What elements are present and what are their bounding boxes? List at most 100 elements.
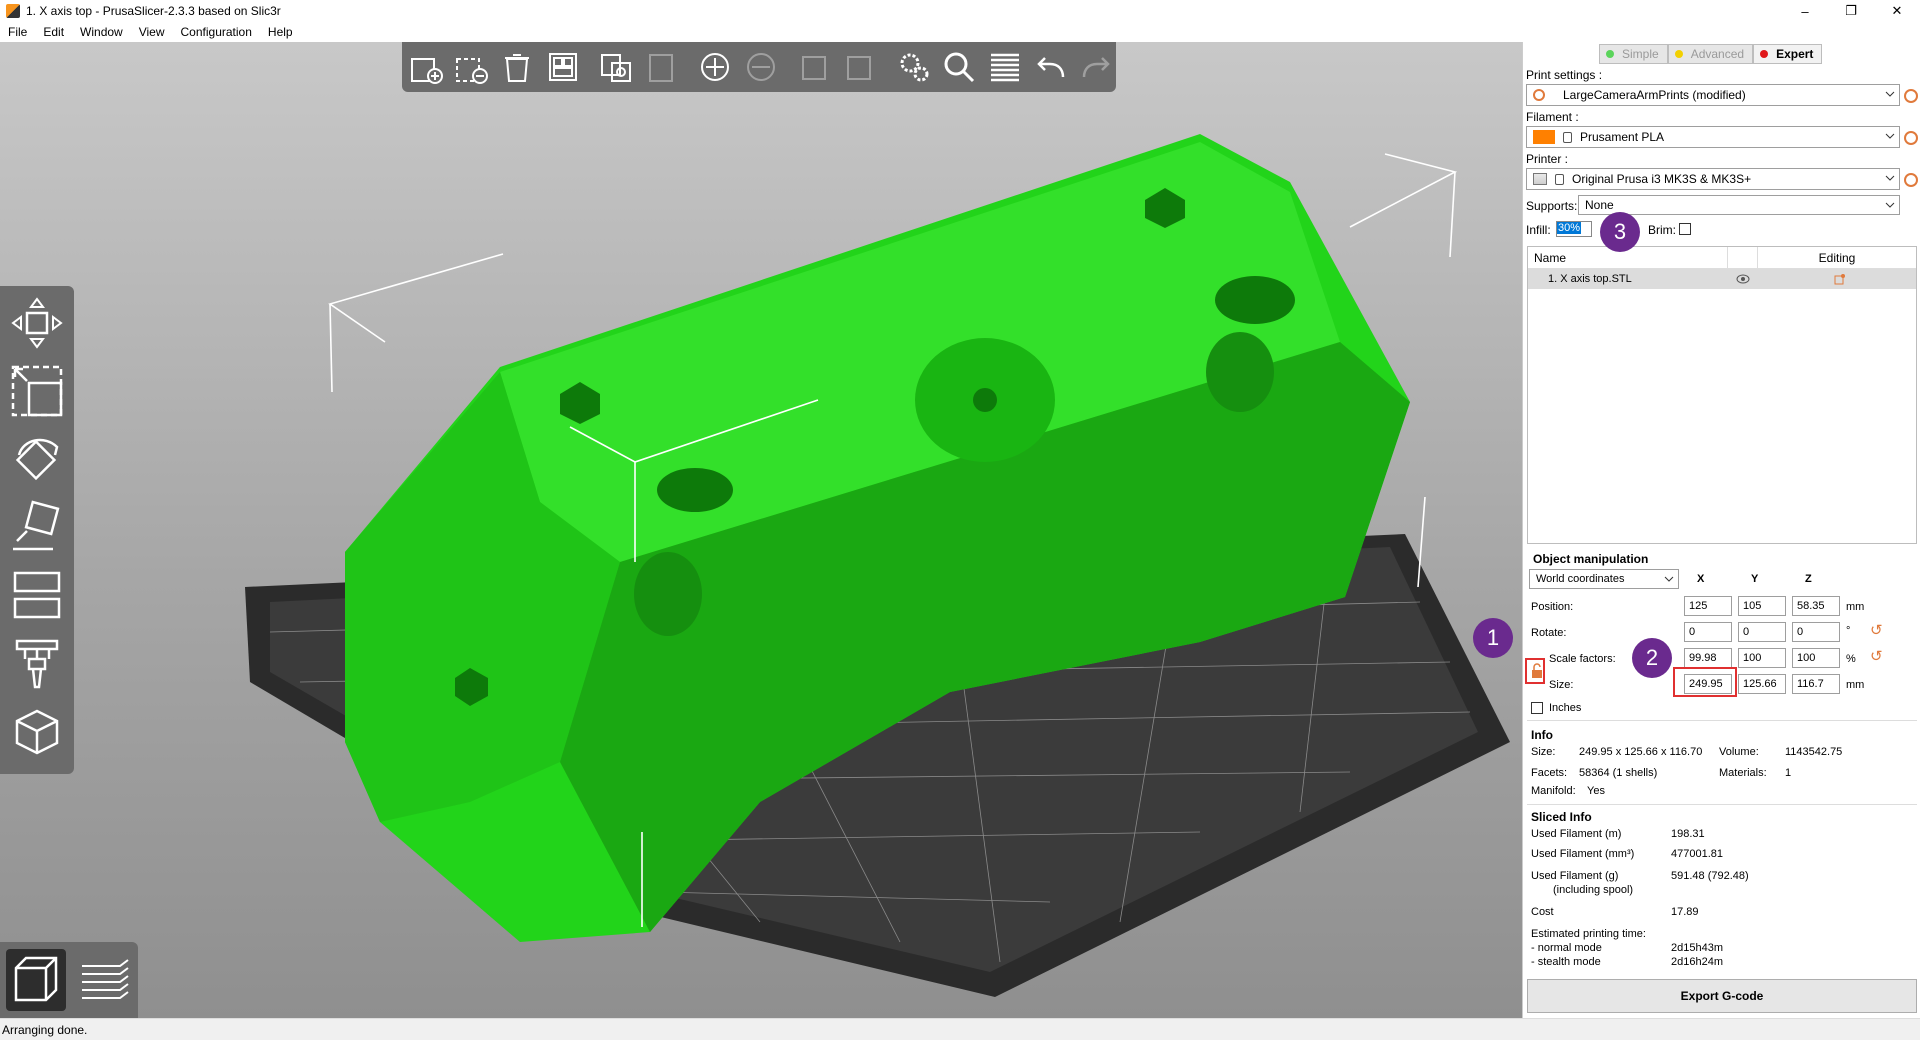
filament-combo[interactable]: Prusament PLA <box>1526 126 1900 148</box>
object-list-header: Name Editing <box>1528 247 1916 269</box>
menu-file[interactable]: File <box>0 25 35 39</box>
coordinate-system-value: World coordinates <box>1536 573 1625 585</box>
position-x-field[interactable]: 125 <box>1684 596 1732 616</box>
copy-icon[interactable] <box>596 47 636 87</box>
reset-rotation-icon[interactable]: ↺ <box>1870 623 1884 638</box>
inches-checkbox[interactable] <box>1531 702 1543 714</box>
supports-combo[interactable]: None <box>1578 195 1900 215</box>
print-settings-gear-icon[interactable] <box>1904 89 1918 103</box>
size-y-field[interactable]: 125.66 <box>1738 674 1786 694</box>
export-gcode-button[interactable]: Export G-code <box>1527 979 1917 1013</box>
annotation-badge-3: 3 <box>1600 212 1640 252</box>
scale-x-field[interactable]: 99.98 <box>1684 648 1732 668</box>
sliced-row-label: Used Filament (mm³) <box>1531 848 1635 860</box>
scale-y-field[interactable]: 100 <box>1738 648 1786 668</box>
sliced-row-label: - stealth mode <box>1531 956 1601 968</box>
menu-window[interactable]: Window <box>72 25 131 39</box>
mode-expert[interactable]: Expert <box>1753 44 1823 64</box>
redo-icon[interactable] <box>1076 47 1116 87</box>
infill-label: Infill: <box>1526 223 1551 237</box>
printer-label: Printer : <box>1526 152 1569 166</box>
coordinate-system-combo[interactable]: World coordinates <box>1529 569 1679 589</box>
seam-painting-cube-icon[interactable] <box>6 700 68 762</box>
undo-icon[interactable] <box>1031 47 1071 87</box>
rotate-x-field[interactable]: 0 <box>1684 622 1732 642</box>
menu-configuration[interactable]: Configuration <box>173 25 260 39</box>
chevron-down-icon <box>1885 202 1895 208</box>
print-settings-combo[interactable]: LargeCameraArmPrints (modified) <box>1526 84 1900 106</box>
printer-icon <box>1533 173 1547 185</box>
scale-icon[interactable] <box>6 360 68 422</box>
paint-supports-icon[interactable] <box>6 632 68 694</box>
maximize-button[interactable]: ❐ <box>1828 0 1874 22</box>
split-parts-icon[interactable] <box>840 47 880 87</box>
supports-value: None <box>1585 198 1614 212</box>
minimize-button[interactable]: – <box>1782 0 1828 22</box>
col-visibility <box>1728 247 1758 268</box>
search-icon[interactable] <box>940 47 980 87</box>
layers-editing-gear-icon[interactable] <box>894 47 934 87</box>
sliced-row-value: 17.89 <box>1671 906 1699 918</box>
split-objects-icon[interactable] <box>795 47 835 87</box>
move-icon[interactable] <box>6 292 68 354</box>
size-z-field[interactable]: 116.7 <box>1792 674 1840 694</box>
sliced-row-value: 591.48 (792.48) <box>1671 870 1749 882</box>
info-size-label: Size: <box>1531 746 1556 758</box>
delete-object-icon[interactable] <box>452 47 492 87</box>
filament-value: Prusament PLA <box>1580 130 1665 144</box>
info-title: Info <box>1531 728 1553 742</box>
sliced-row-value: 198.31 <box>1671 828 1705 840</box>
rotate-icon[interactable] <box>6 428 68 490</box>
3d-canvas[interactable] <box>0 42 1522 1018</box>
printer-gear-icon[interactable] <box>1904 173 1918 187</box>
preview-layers-icon[interactable] <box>74 949 134 1011</box>
brim-checkbox[interactable] <box>1679 223 1691 235</box>
info-materials-label: Materials: <box>1719 767 1767 779</box>
add-instance-icon[interactable] <box>696 47 736 87</box>
delete-all-icon[interactable] <box>497 47 537 87</box>
position-unit: mm <box>1846 601 1865 613</box>
rotate-z-field[interactable]: 0 <box>1792 622 1840 642</box>
mode-simple[interactable]: Simple <box>1599 44 1668 64</box>
cut-icon[interactable] <box>6 564 68 626</box>
edit-settings-icon[interactable] <box>1834 273 1846 285</box>
scale-z-field[interactable]: 100 <box>1792 648 1840 668</box>
variable-layer-height-icon[interactable] <box>985 47 1025 87</box>
filament-gear-icon[interactable] <box>1904 131 1918 145</box>
menu-help[interactable]: Help <box>260 25 301 39</box>
annotation-badge-2: 2 <box>1632 638 1672 678</box>
sliced-row-value: 2d16h24m <box>1671 956 1723 968</box>
print-settings-icon <box>1533 89 1545 101</box>
rotate-y-field[interactable]: 0 <box>1738 622 1786 642</box>
mode-advanced[interactable]: Advanced <box>1667 44 1754 64</box>
paste-icon[interactable] <box>642 47 682 87</box>
info-size-value: 249.95 x 125.66 x 116.70 <box>1579 746 1703 758</box>
place-on-face-icon[interactable] <box>6 496 68 558</box>
window-title: 1. X axis top - PrusaSlicer-2.3.3 based … <box>26 4 281 18</box>
remove-instance-icon[interactable] <box>741 47 781 87</box>
size-unit: mm <box>1846 679 1865 691</box>
scale-unit: % <box>1846 653 1856 665</box>
mode-switch: Simple Advanced Expert <box>1599 44 1823 64</box>
info-manifold-label: Manifold: <box>1531 785 1576 797</box>
menu-view[interactable]: View <box>131 25 173 39</box>
arrange-icon[interactable] <box>543 47 583 87</box>
position-z-field[interactable]: 58.35 <box>1792 596 1840 616</box>
add-object-icon[interactable] <box>406 47 446 87</box>
printer-combo[interactable]: Original Prusa i3 MK3S & MK3S+ <box>1526 168 1900 190</box>
reset-scale-icon[interactable]: ↺ <box>1870 649 1884 664</box>
object-list: Name Editing 1. X axis top.STL <box>1527 246 1917 544</box>
position-y-field[interactable]: 105 <box>1738 596 1786 616</box>
print-settings-value: LargeCameraArmPrints (modified) <box>1563 88 1746 102</box>
filament-label: Filament : <box>1526 110 1579 124</box>
status-bar: Arranging done. <box>0 1018 1920 1040</box>
menu-edit[interactable]: Edit <box>35 25 72 39</box>
object-list-item[interactable]: 1. X axis top.STL <box>1528 269 1916 289</box>
col-editing: Editing <box>1818 250 1856 265</box>
close-button[interactable]: ✕ <box>1874 0 1920 22</box>
3d-view-icon[interactable] <box>6 949 66 1011</box>
inches-label: Inches <box>1549 702 1582 714</box>
info-manifold-value: Yes <box>1587 785 1605 797</box>
infill-input[interactable]: 30% <box>1556 221 1592 237</box>
eye-icon[interactable] <box>1736 274 1750 284</box>
